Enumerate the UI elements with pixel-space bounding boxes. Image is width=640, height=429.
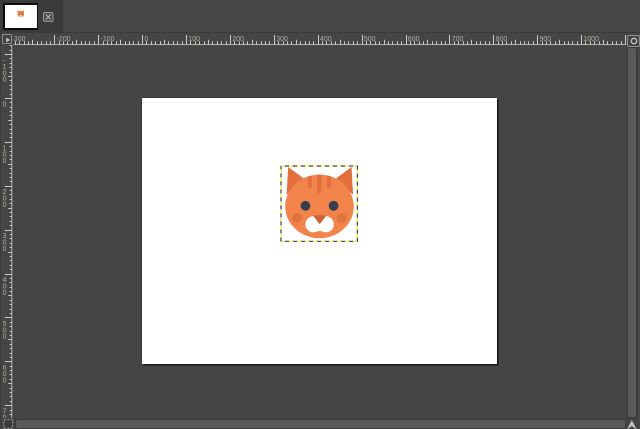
svg-text:1000: 1000	[583, 36, 599, 43]
svg-text:400: 400	[320, 36, 332, 43]
svg-text:0: 0	[3, 290, 7, 297]
svg-text:0: 0	[3, 101, 7, 108]
svg-text:300: 300	[14, 36, 26, 43]
svg-text:800: 800	[496, 36, 508, 43]
svg-text:600: 600	[408, 36, 420, 43]
svg-text:0: 0	[3, 378, 7, 385]
svg-text:0: 0	[3, 246, 7, 253]
svg-text:500: 500	[364, 36, 376, 43]
svg-text:900: 900	[540, 36, 552, 43]
svg-text:0: 0	[144, 36, 148, 43]
svg-text:300: 300	[276, 36, 288, 43]
svg-text:200: 200	[232, 36, 244, 43]
svg-text:0: 0	[3, 202, 7, 209]
svg-text:0: 0	[3, 77, 7, 84]
svg-text:100: 100	[188, 36, 200, 43]
svg-text:-100: -100	[101, 36, 115, 43]
svg-text:0: 0	[3, 415, 7, 418]
svg-text:0: 0	[3, 158, 7, 165]
svg-text:0: 0	[3, 334, 7, 341]
svg-text:700: 700	[452, 36, 464, 43]
svg-text:-200: -200	[57, 36, 71, 43]
